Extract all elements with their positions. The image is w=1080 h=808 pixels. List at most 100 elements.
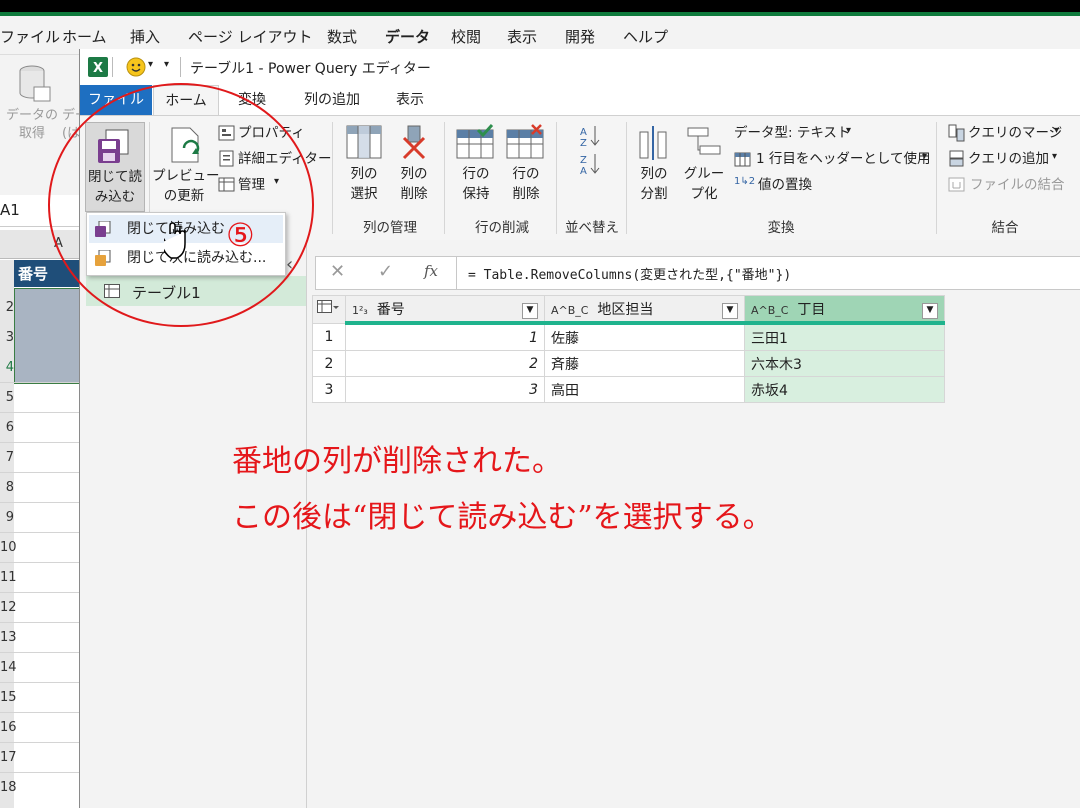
split-column-button[interactable]: 列の 分割: [630, 164, 678, 204]
append-queries-button[interactable]: クエリの追加: [968, 149, 1049, 169]
svg-text:X: X: [93, 61, 103, 76]
excel-menu-file[interactable]: ファイル: [0, 26, 60, 47]
top-black-bar: [0, 0, 1080, 12]
append-queries-icon: [949, 150, 964, 167]
cell-chome[interactable]: 六本木3: [744, 350, 945, 377]
data-type-dropdown-icon: ▾: [846, 125, 852, 136]
database-icon: [19, 65, 51, 102]
row-number: 2: [5, 300, 14, 315]
cell-area[interactable]: 斉藤: [544, 350, 745, 377]
tab-view[interactable]: 表示: [380, 85, 440, 115]
choose-columns-icon: [346, 125, 382, 159]
excel-menu-help[interactable]: ヘルプ: [623, 26, 668, 47]
text-type-icon[interactable]: A^B_C: [751, 304, 788, 317]
svg-text:A: A: [580, 166, 587, 176]
filter-dropdown-icon[interactable]: ▼: [722, 302, 738, 319]
table-menu-button[interactable]: [312, 295, 346, 324]
row-number: 3: [5, 330, 14, 345]
excel-menu-home[interactable]: ホーム: [62, 26, 107, 47]
row-number: 11: [0, 570, 17, 585]
replace-values-button[interactable]: 値の置換: [758, 175, 812, 195]
row-number: 5: [5, 390, 14, 405]
data-type-button[interactable]: データ型: テキスト: [734, 123, 850, 143]
append-dropdown-icon: ▾: [1052, 151, 1058, 162]
pq-title-bar: X ▾ ▾ テーブル1 - Power Query エディター: [80, 49, 1080, 85]
cell-chome[interactable]: 三田1: [744, 322, 945, 351]
table-row[interactable]: 1 1 佐藤 三田1: [312, 322, 945, 351]
quick-access-icon[interactable]: ▾: [164, 59, 169, 70]
excel-menu-layout[interactable]: ページ レイアウト: [188, 26, 312, 47]
formula-input[interactable]: = Table.RemoveColumns(変更された型,{"番地"}): [468, 264, 791, 283]
group-by-button[interactable]: グルー プ化: [680, 164, 728, 204]
row-index: 1: [312, 322, 346, 351]
row-number: 14: [0, 660, 17, 675]
cell-number[interactable]: 3: [345, 376, 545, 403]
choose-columns-button[interactable]: 列の 選択: [340, 164, 388, 204]
excel-logo-icon: X: [88, 57, 108, 77]
row-number: 9: [5, 510, 14, 525]
step-number: ⑤: [226, 216, 255, 254]
excel-menu-review[interactable]: 校閲: [451, 26, 481, 47]
whole-number-type-icon[interactable]: 1²₃: [352, 304, 368, 317]
table-row[interactable]: 3 3 高田 赤坂4: [312, 376, 945, 403]
row-number: 17: [0, 750, 17, 765]
use-first-row-button[interactable]: 1 行目をヘッダーとして使用: [756, 149, 930, 169]
row-index: 2: [312, 350, 346, 377]
mouse-cursor-icon: [164, 222, 186, 259]
combine-files-icon: [948, 177, 965, 192]
column-name: 地区担当: [597, 301, 654, 318]
get-data-label[interactable]: データの 取得: [6, 107, 58, 143]
row-number: 8: [5, 480, 14, 495]
text-type-icon[interactable]: A^B_C: [551, 304, 588, 317]
replace-values-icon: 1↳2: [734, 176, 756, 187]
remove-rows-icon: [506, 124, 544, 159]
column-header-chome[interactable]: A^B_C 丁目 ▼: [744, 295, 945, 325]
annotation-line-1: 番地の列が削除された。: [232, 444, 562, 479]
confirm-formula-icon[interactable]: ✓: [378, 261, 393, 282]
cell-number[interactable]: 2: [345, 350, 545, 377]
remove-columns-button[interactable]: 列の 削除: [390, 164, 438, 204]
cell-number[interactable]: 1: [345, 322, 545, 351]
row-number: 15: [0, 690, 17, 705]
merge-dropdown-icon: ▾: [1054, 125, 1060, 136]
window-title: テーブル1 - Power Query エディター: [190, 61, 431, 77]
combine-files-button[interactable]: ファイルの結合: [970, 175, 1065, 195]
row-number: 10: [0, 540, 17, 555]
remove-columns-icon: [402, 125, 426, 160]
selected-range[interactable]: [14, 288, 82, 384]
column-name: 番号: [376, 301, 405, 318]
filter-dropdown-icon[interactable]: ▼: [522, 302, 538, 319]
table-row[interactable]: 2 2 斉藤 六本木3: [312, 350, 945, 377]
smiley-icon[interactable]: [126, 57, 146, 77]
cell-area[interactable]: 高田: [544, 376, 745, 403]
excel-menu-formulas[interactable]: 数式: [327, 26, 357, 47]
row-number: 6: [5, 420, 14, 435]
cell-area[interactable]: 佐藤: [544, 322, 745, 351]
column-header-area[interactable]: A^B_C 地区担当 ▼: [544, 295, 745, 325]
svg-text:Z: Z: [580, 155, 587, 166]
column-header-number[interactable]: 1²₃ 番号 ▼: [345, 295, 545, 325]
formula-bar: ✕ ✓ fx = Table.RemoveColumns(変更された型,{"番地…: [315, 256, 1080, 290]
cell-chome[interactable]: 赤坂4: [744, 376, 945, 403]
excel-menu-developer[interactable]: 開発: [565, 26, 595, 47]
row-number: 13: [0, 630, 17, 645]
row-number: 4: [5, 360, 14, 375]
cancel-formula-icon[interactable]: ✕: [330, 261, 345, 282]
smiley-dropdown-icon[interactable]: ▾: [148, 59, 153, 70]
use-first-row-icon: [734, 152, 751, 167]
row-number: 7: [5, 450, 14, 465]
excel-menu-view[interactable]: 表示: [507, 26, 537, 47]
data-preview-table: 1²₃ 番号 ▼ A^B_C 地区担当 ▼ A^B_C 丁目 ▼ 1 1 佐藤 …: [312, 295, 953, 403]
fx-icon[interactable]: fx: [424, 262, 438, 280]
group-combine: 結合: [991, 220, 1019, 236]
keep-rows-button[interactable]: 行の 保持: [452, 164, 500, 204]
merge-queries-button[interactable]: クエリのマージ: [968, 123, 1062, 143]
excel-menu-data[interactable]: データ: [385, 26, 430, 47]
tab-add-column[interactable]: 列の追加: [292, 85, 372, 115]
remove-rows-button[interactable]: 行の 削除: [502, 164, 550, 204]
highlight-circle: [48, 83, 314, 327]
excel-menu-insert[interactable]: 挿入: [130, 26, 160, 47]
sort-descending-icon: ZA: [580, 154, 600, 176]
filter-dropdown-icon[interactable]: ▼: [922, 302, 938, 319]
group-sort: 並べ替え: [565, 220, 619, 236]
